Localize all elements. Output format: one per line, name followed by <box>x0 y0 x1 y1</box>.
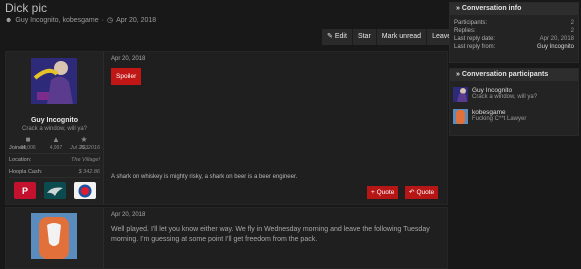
thread-meta: ☻ Guy Incognito, kobesgame · ◷ Apr 20, 2… <box>5 16 157 25</box>
post-body: Well played. I'll let you know either wa… <box>111 226 430 243</box>
panel-heading: » Conversation info <box>450 3 578 15</box>
post-date[interactable]: Apr 20, 2018 <box>111 56 145 62</box>
people-icon: ☻ <box>5 16 13 24</box>
participant-item[interactable]: kobesgame Fucking C**t Lawyer <box>450 107 578 126</box>
info-participants: Participants: 2 <box>454 20 574 26</box>
conversation-info-panel: » Conversation info Participants: 2 Repli… <box>449 2 579 63</box>
info-last-reply-from: Last reply from: Guy Incognito <box>454 44 574 50</box>
post-date[interactable]: Apr 20, 2018 <box>111 212 145 218</box>
username[interactable]: Guy Incognito <box>6 117 103 124</box>
avatar[interactable] <box>31 58 77 104</box>
quote-plus-button[interactable]: + Quote <box>367 186 399 199</box>
info-replies: Replies: 2 <box>454 28 574 34</box>
panel-heading: » Conversation participants <box>450 69 578 81</box>
info-last-reply-date: Last reply date: Apr 20, 2018 <box>454 36 574 42</box>
participant-item[interactable]: Guy Incognito Crack a window, will ya? <box>450 85 578 104</box>
participant-title: Fucking C**t Lawyer <box>472 116 527 122</box>
participant-name[interactable]: kobesgame <box>472 109 526 116</box>
chevron-right-icon: » <box>456 5 460 12</box>
sixers-logo-icon[interactable] <box>74 182 96 199</box>
edit-button[interactable]: ✎ Edit <box>322 29 353 45</box>
field-joined: Joined: Jul 26, 2016 <box>9 144 100 154</box>
thread-participants[interactable]: Guy Incognito, kobesgame <box>15 17 98 24</box>
chevron-right-icon: » <box>456 71 460 78</box>
field-location: Location: The Village! <box>9 156 100 166</box>
user-pane <box>6 208 104 268</box>
reply-icon: ↶ <box>409 189 415 196</box>
team-logos: P <box>14 182 96 199</box>
conversation-participants-panel: » Conversation participants Guy Incognit… <box>449 68 579 136</box>
participant-name[interactable]: Guy Incognito <box>472 87 537 94</box>
page-title: Dick pic <box>5 1 48 15</box>
thread-actions: ✎ Edit Star Mark unread Leave <box>322 29 457 45</box>
star-button[interactable]: Star <box>353 29 377 45</box>
meta-separator: · <box>101 16 104 24</box>
message-post: Guy Incognito Crack a window, will ya? ■… <box>5 51 448 205</box>
avatar[interactable] <box>31 213 77 259</box>
signature: A shark on whiskey is mighty risky, a sh… <box>111 174 298 180</box>
thread-date: Apr 20, 2018 <box>116 16 157 24</box>
field-hoopla-cash: Hoopla Cash: $ 342.86 <box>9 168 100 178</box>
message-post: Apr 20, 2018 Well played. I'll let you k… <box>5 207 448 269</box>
eagles-logo-icon[interactable] <box>44 182 66 199</box>
user-pane: Guy Incognito Crack a window, will ya? ■… <box>6 52 104 204</box>
avatar[interactable] <box>453 87 468 102</box>
clock-icon: ◷ <box>107 17 114 24</box>
spoiler-button[interactable]: Spoiler <box>111 68 142 85</box>
pencil-icon: ✎ <box>327 33 333 40</box>
user-title: Crack a window, will ya? <box>21 126 88 132</box>
participant-title: Crack a window, will ya? <box>472 94 538 100</box>
quote-button[interactable]: ↶ Quote <box>405 186 439 199</box>
phillies-logo-icon[interactable]: P <box>14 182 36 199</box>
avatar[interactable] <box>453 109 468 124</box>
mark-unread-button[interactable]: Mark unread <box>377 29 428 45</box>
